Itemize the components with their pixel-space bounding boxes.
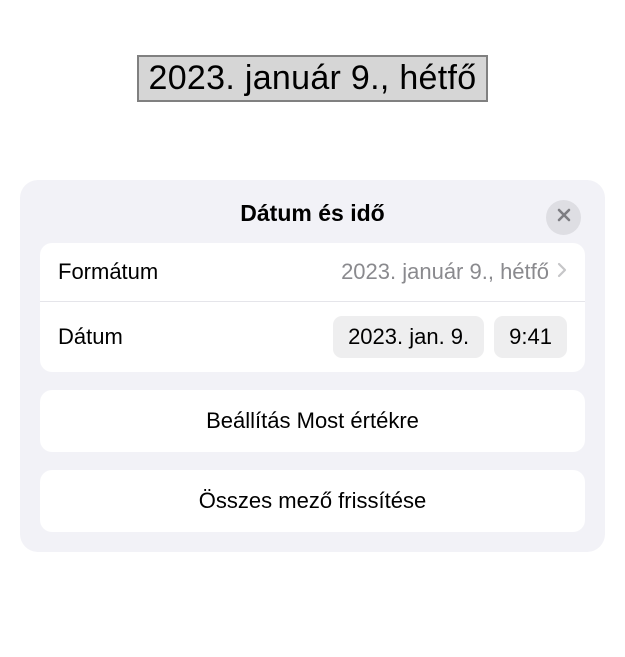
close-button[interactable] xyxy=(546,200,581,235)
selected-date-display[interactable]: 2023. január 9., hétfő xyxy=(137,55,489,102)
update-all-fields-button[interactable]: Összes mező frissítése xyxy=(40,470,585,532)
popup-title: Dátum és idő xyxy=(240,200,384,227)
date-row: Dátum 2023. jan. 9. 9:41 xyxy=(40,301,585,372)
format-value-wrap[interactable]: 2023. január 9., hétfő xyxy=(341,259,567,285)
close-icon xyxy=(556,207,572,228)
date-label: Dátum xyxy=(58,324,123,350)
format-value: 2023. január 9., hétfő xyxy=(341,259,549,285)
date-time-popup: Dátum és idő Formátum 2023. január 9., h… xyxy=(20,180,605,552)
format-label: Formátum xyxy=(58,259,158,285)
chevron-right-icon xyxy=(557,262,567,283)
date-chips: 2023. jan. 9. 9:41 xyxy=(333,316,567,358)
popup-header: Dátum és idő xyxy=(40,200,585,243)
format-row[interactable]: Formátum 2023. január 9., hétfő xyxy=(40,243,585,301)
date-picker-chip[interactable]: 2023. jan. 9. xyxy=(333,316,484,358)
set-to-now-button[interactable]: Beállítás Most értékre xyxy=(40,390,585,452)
settings-card: Formátum 2023. január 9., hétfő Dátum 20… xyxy=(40,243,585,372)
time-picker-chip[interactable]: 9:41 xyxy=(494,316,567,358)
